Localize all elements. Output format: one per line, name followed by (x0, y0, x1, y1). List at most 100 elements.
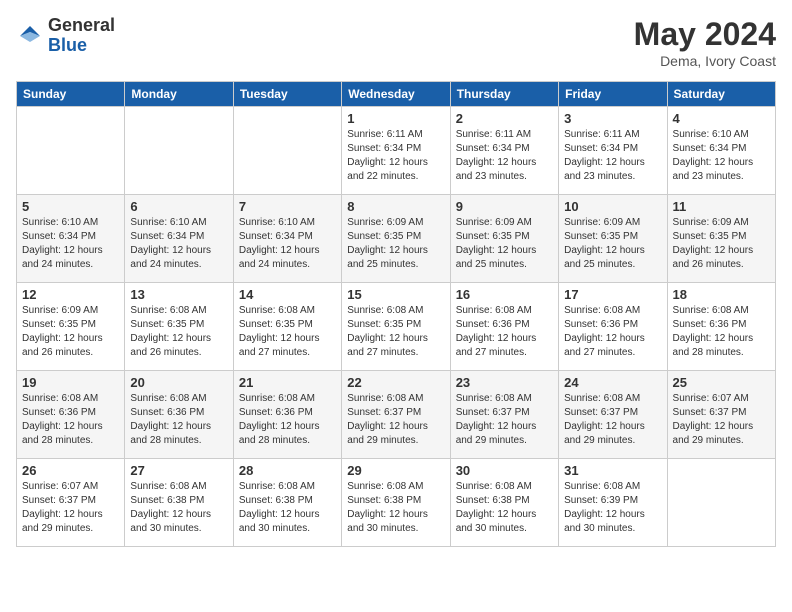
day-detail: Sunrise: 6:08 AMSunset: 6:36 PMDaylight:… (239, 392, 336, 448)
calendar-cell: 25 Sunrise: 6:07 AMSunset: 6:37 PMDayligh… (667, 371, 775, 459)
day-number: 9 (456, 199, 553, 214)
day-number: 26 (22, 463, 119, 478)
calendar-cell: 3Sunrise: 6:11 AMSunset: 6:34 PMDaylight… (559, 107, 667, 195)
calendar-cell: 10Sunrise: 6:09 AMSunset: 6:35 PMDayligh… (559, 195, 667, 283)
day-number: 5 (22, 199, 119, 214)
day-number: 3 (564, 111, 661, 126)
calendar-subtitle: Dema, Ivory Coast (634, 53, 776, 69)
day-detail: Sunrise: 6:10 AMSunset: 6:34 PMDaylight:… (130, 216, 227, 272)
calendar-cell: 5 Sunrise: 6:10 AMSunset: 6:34 PMDaylight… (17, 195, 125, 283)
day-number: 16 (456, 287, 553, 302)
day-detail: Sunrise: 6:08 AMSunset: 6:38 PMDaylight:… (239, 480, 336, 536)
day-number: 14 (239, 287, 336, 302)
day-detail: Sunrise: 6:09 AMSunset: 6:35 PMDaylight:… (347, 216, 444, 272)
calendar-cell: 15 Sunrise: 6:08 AMSunset: 6:35 PMDayligh… (342, 283, 450, 371)
weekday-header-friday: Friday (559, 82, 667, 107)
calendar-cell: 31 Sunrise: 6:08 AMSunset: 6:39 PMDayligh… (559, 459, 667, 547)
day-number: 6 (130, 199, 227, 214)
day-detail: Sunrise: 6:08 AMSunset: 6:35 PMDaylight:… (130, 304, 227, 360)
calendar-week-4: 19Sunrise: 6:08 AMSunset: 6:36 PMDayligh… (17, 371, 776, 459)
calendar-cell: 17 Sunrise: 6:08 AMSunset: 6:36 PMDayligh… (559, 283, 667, 371)
day-detail: Sunrise: 6:08 AMSunset: 6:37 PMDaylight:… (564, 392, 661, 448)
day-detail: Sunrise: 6:10 AMSunset: 6:34 PMDaylight:… (22, 216, 119, 272)
day-detail: Sunrise: 6:08 AMSunset: 6:36 PMDaylight:… (564, 304, 661, 360)
day-number: 17 (564, 287, 661, 302)
day-number: 25 (673, 375, 770, 390)
day-detail: Sunrise: 6:08 AMSunset: 6:36 PMDaylight:… (456, 304, 553, 360)
day-detail: Sunrise: 6:08 AMSunset: 6:36 PMDaylight:… (130, 392, 227, 448)
day-detail: Sunrise: 6:09 AMSunset: 6:35 PMDaylight:… (456, 216, 553, 272)
day-number: 7 (239, 199, 336, 214)
day-number: 31 (564, 463, 661, 478)
day-detail: Sunrise: 6:08 AMSunset: 6:36 PMDaylight:… (22, 392, 119, 448)
calendar-cell: 29Sunrise: 6:08 AMSunset: 6:38 PMDayligh… (342, 459, 450, 547)
calendar-cell: 27 Sunrise: 6:08 AMSunset: 6:38 PMDayligh… (125, 459, 233, 547)
weekday-header-monday: Monday (125, 82, 233, 107)
page-header: General Blue May 2024 Dema, Ivory Coast (16, 16, 776, 69)
day-number: 11 (673, 199, 770, 214)
calendar-cell: 9 Sunrise: 6:09 AMSunset: 6:35 PMDaylight… (450, 195, 558, 283)
day-number: 18 (673, 287, 770, 302)
day-number: 8 (347, 199, 444, 214)
calendar-cell: 4 Sunrise: 6:10 AMSunset: 6:34 PMDaylight… (667, 107, 775, 195)
calendar-table: SundayMondayTuesdayWednesdayThursdayFrid… (16, 81, 776, 547)
calendar-cell: 7 Sunrise: 6:10 AMSunset: 6:34 PMDaylight… (233, 195, 341, 283)
weekday-header-sunday: Sunday (17, 82, 125, 107)
day-number: 13 (130, 287, 227, 302)
day-detail: Sunrise: 6:09 AMSunset: 6:35 PMDaylight:… (673, 216, 770, 272)
day-detail: Sunrise: 6:11 AMSunset: 6:34 PMDaylight:… (456, 128, 553, 184)
day-detail: Sunrise: 6:07 AMSunset: 6:37 PMDaylight:… (22, 480, 119, 536)
calendar-header: SundayMondayTuesdayWednesdayThursdayFrid… (17, 82, 776, 107)
day-number: 2 (456, 111, 553, 126)
logo-blue: Blue (48, 35, 87, 55)
calendar-cell: 6 Sunrise: 6:10 AMSunset: 6:34 PMDaylight… (125, 195, 233, 283)
weekday-header-wednesday: Wednesday (342, 82, 450, 107)
day-number: 24 (564, 375, 661, 390)
day-number: 23 (456, 375, 553, 390)
calendar-cell: 19Sunrise: 6:08 AMSunset: 6:36 PMDayligh… (17, 371, 125, 459)
calendar-cell (233, 107, 341, 195)
calendar-cell: 13 Sunrise: 6:08 AMSunset: 6:35 PMDayligh… (125, 283, 233, 371)
day-detail: Sunrise: 6:10 AMSunset: 6:34 PMDaylight:… (673, 128, 770, 184)
logo-text: General Blue (48, 16, 115, 56)
calendar-body: 1 Sunrise: 6:11 AMSunset: 6:34 PMDaylight… (17, 107, 776, 547)
calendar-cell: 8 Sunrise: 6:09 AMSunset: 6:35 PMDaylight… (342, 195, 450, 283)
day-number: 10 (564, 199, 661, 214)
calendar-cell: 30 Sunrise: 6:08 AMSunset: 6:38 PMDayligh… (450, 459, 558, 547)
weekday-header-saturday: Saturday (667, 82, 775, 107)
day-detail: Sunrise: 6:08 AMSunset: 6:36 PMDaylight:… (673, 304, 770, 360)
calendar-cell: 2 Sunrise: 6:11 AMSunset: 6:34 PMDaylight… (450, 107, 558, 195)
day-detail: Sunrise: 6:08 AMSunset: 6:37 PMDaylight:… (347, 392, 444, 448)
day-detail: Sunrise: 6:08 AMSunset: 6:35 PMDaylight:… (347, 304, 444, 360)
weekday-header-tuesday: Tuesday (233, 82, 341, 107)
day-number: 1 (347, 111, 444, 126)
day-detail: Sunrise: 6:08 AMSunset: 6:38 PMDaylight:… (456, 480, 553, 536)
weekday-header-thursday: Thursday (450, 82, 558, 107)
calendar-cell: 1Sunrise: 6:11 AMSunset: 6:34 PMDaylight… (342, 107, 450, 195)
day-number: 4 (673, 111, 770, 126)
calendar-cell: 18 Sunrise: 6:08 AMSunset: 6:36 PMDayligh… (667, 283, 775, 371)
logo-icon (16, 22, 44, 50)
logo-general: General (48, 15, 115, 35)
day-number: 27 (130, 463, 227, 478)
day-detail: Sunrise: 6:08 AMSunset: 6:38 PMDaylight:… (347, 480, 444, 536)
day-detail: Sunrise: 6:08 AMSunset: 6:39 PMDaylight:… (564, 480, 661, 536)
day-detail: Sunrise: 6:08 AMSunset: 6:38 PMDaylight:… (130, 480, 227, 536)
calendar-week-3: 12Sunrise: 6:09 AMSunset: 6:35 PMDayligh… (17, 283, 776, 371)
day-number: 30 (456, 463, 553, 478)
day-number: 28 (239, 463, 336, 478)
calendar-cell: 14Sunrise: 6:08 AMSunset: 6:35 PMDayligh… (233, 283, 341, 371)
day-number: 20 (130, 375, 227, 390)
day-number: 15 (347, 287, 444, 302)
day-detail: Sunrise: 6:10 AMSunset: 6:34 PMDaylight:… (239, 216, 336, 272)
calendar-week-5: 26 Sunrise: 6:07 AMSunset: 6:37 PMDayligh… (17, 459, 776, 547)
calendar-cell (667, 459, 775, 547)
day-detail: Sunrise: 6:08 AMSunset: 6:37 PMDaylight:… (456, 392, 553, 448)
calendar-cell (17, 107, 125, 195)
calendar-title-block: May 2024 Dema, Ivory Coast (634, 16, 776, 69)
day-number: 12 (22, 287, 119, 302)
calendar-cell: 16 Sunrise: 6:08 AMSunset: 6:36 PMDayligh… (450, 283, 558, 371)
calendar-cell: 21Sunrise: 6:08 AMSunset: 6:36 PMDayligh… (233, 371, 341, 459)
calendar-cell: 11 Sunrise: 6:09 AMSunset: 6:35 PMDayligh… (667, 195, 775, 283)
day-detail: Sunrise: 6:07 AMSunset: 6:37 PMDaylight:… (673, 392, 770, 448)
